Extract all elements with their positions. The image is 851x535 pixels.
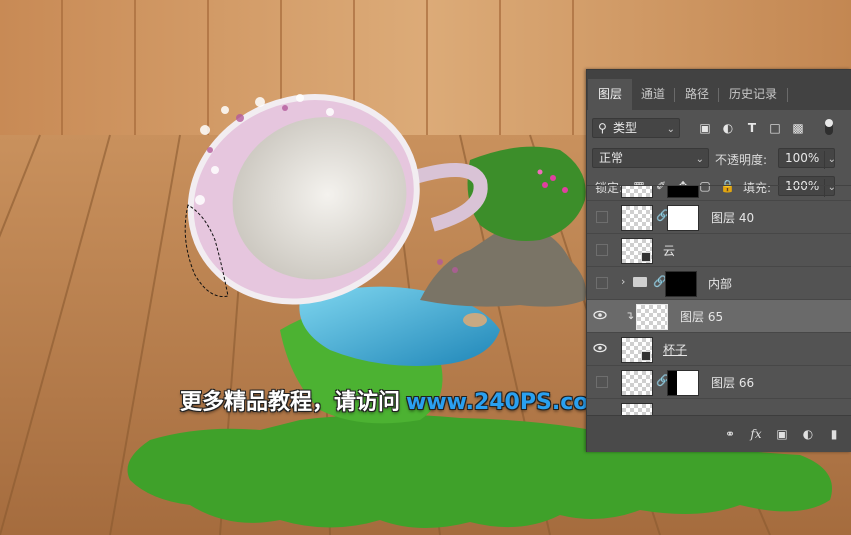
layer-name[interactable]: 图层 65 bbox=[680, 308, 723, 325]
tab-paths[interactable]: 路径 bbox=[675, 79, 719, 110]
layer-mask-thumbnail bbox=[665, 271, 697, 297]
blend-row: 正常 ⌄ 不透明度: 100% ⌄ bbox=[587, 146, 851, 170]
folder-icon bbox=[633, 277, 647, 287]
layer-row[interactable]: 杯子 bbox=[587, 333, 851, 366]
filter-adjustment-icon[interactable]: ◐ bbox=[721, 121, 735, 135]
add-mask-icon[interactable]: ▣ bbox=[775, 427, 789, 441]
blend-mode-value: 正常 bbox=[599, 151, 624, 165]
tab-history[interactable]: 历史记录 bbox=[719, 79, 787, 110]
filter-pixel-icon[interactable]: ▣ bbox=[698, 121, 712, 135]
blend-mode-select[interactable]: 正常 ⌄ bbox=[592, 148, 709, 168]
tab-divider bbox=[787, 88, 788, 102]
layer-row-partial[interactable] bbox=[587, 186, 851, 201]
expand-chevron-icon[interactable]: › bbox=[621, 275, 625, 288]
filter-kind-label: 类型 bbox=[613, 121, 638, 135]
layer-name[interactable]: 杯子 bbox=[663, 341, 687, 358]
tab-channels[interactable]: 通道 bbox=[631, 79, 675, 110]
tab-layers[interactable]: 图层 bbox=[588, 79, 633, 110]
layers-list: 🔗 图层 40 云 › 🔗 内部 ↴ 图层 65 杯子 🔗 图层 66 bbox=[587, 185, 851, 418]
link-chain-icon[interactable]: 🔗 bbox=[656, 374, 670, 388]
layer-thumbnail bbox=[636, 304, 668, 330]
panel-bottom-bar: ⚭ fx ▣ ◐ ▮ bbox=[587, 415, 851, 452]
opacity-label: 不透明度: bbox=[715, 153, 768, 167]
visibility-toggle[interactable] bbox=[596, 244, 608, 256]
filter-toggle[interactable] bbox=[825, 119, 833, 135]
watermark-url: www.240PS.com bbox=[406, 390, 612, 415]
eye-icon[interactable] bbox=[593, 341, 607, 355]
smart-object-badge-icon bbox=[641, 252, 651, 262]
layer-mask-thumbnail bbox=[667, 186, 699, 198]
search-icon: ⚲ bbox=[598, 121, 607, 135]
smart-object-badge-icon bbox=[641, 351, 651, 361]
clipping-arrow-icon: ↴ bbox=[625, 309, 635, 322]
layer-name[interactable]: 图层 66 bbox=[711, 374, 754, 391]
layer-name[interactable]: 图层 40 bbox=[711, 209, 754, 226]
filter-kind-select[interactable]: ⚲ 类型 ⌄ bbox=[592, 118, 680, 138]
panel-tab-bar: 图层 通道 路径 历史记录 bbox=[587, 70, 851, 110]
layer-row[interactable]: 🔗 图层 66 bbox=[587, 366, 851, 399]
layer-mask-thumbnail bbox=[667, 370, 699, 396]
chevron-down-icon: ⌄ bbox=[666, 124, 675, 135]
fx-icon[interactable]: fx bbox=[749, 427, 763, 441]
filter-smart-object-icon[interactable]: ▩ bbox=[791, 121, 805, 135]
layer-row[interactable]: 云 bbox=[587, 234, 851, 267]
link-layers-icon[interactable]: ⚭ bbox=[723, 427, 737, 441]
layers-panel: 图层 通道 路径 历史记录 ⚲ 类型 ⌄ ▣ ◐ T □ ▩ 正常 ⌄ 不透明度… bbox=[586, 69, 851, 452]
adjustment-layer-icon[interactable]: ◐ bbox=[801, 427, 815, 441]
filter-shape-icon[interactable]: □ bbox=[768, 121, 782, 135]
filter-row: ⚲ 类型 ⌄ ▣ ◐ T □ ▩ bbox=[587, 116, 851, 140]
watermark: 更多精品教程，请访问 www.240PS.com bbox=[180, 384, 611, 416]
layer-name[interactable]: 内部 bbox=[708, 275, 732, 292]
filter-toggle-knob bbox=[825, 119, 833, 127]
eye-icon[interactable] bbox=[593, 308, 607, 322]
opacity-value: 100% bbox=[785, 151, 820, 165]
layer-row-selected[interactable]: ↴ 图层 65 bbox=[587, 300, 851, 333]
visibility-toggle[interactable] bbox=[596, 211, 608, 223]
layer-thumbnail bbox=[621, 186, 653, 198]
filter-type-icon[interactable]: T bbox=[745, 121, 759, 135]
chevron-down-icon: ⌄ bbox=[695, 154, 704, 165]
watermark-chinese: 更多精品教程，请访问 bbox=[180, 390, 401, 415]
visibility-toggle[interactable] bbox=[596, 376, 608, 388]
layer-name[interactable]: 云 bbox=[663, 242, 675, 259]
link-chain-icon[interactable]: 🔗 bbox=[653, 275, 667, 289]
layer-thumbnail bbox=[621, 370, 653, 396]
new-group-folder-icon[interactable]: ▮ bbox=[827, 427, 841, 441]
layer-row[interactable]: 🔗 图层 40 bbox=[587, 201, 851, 234]
visibility-toggle[interactable] bbox=[596, 277, 608, 289]
link-chain-icon[interactable]: 🔗 bbox=[656, 209, 670, 223]
layer-row[interactable]: › 🔗 内部 bbox=[587, 267, 851, 300]
chevron-down-icon[interactable]: ⌄ bbox=[823, 151, 836, 169]
layer-thumbnail bbox=[621, 205, 653, 231]
opacity-input[interactable]: 100% ⌄ bbox=[778, 148, 836, 169]
layer-mask-thumbnail bbox=[667, 205, 699, 231]
